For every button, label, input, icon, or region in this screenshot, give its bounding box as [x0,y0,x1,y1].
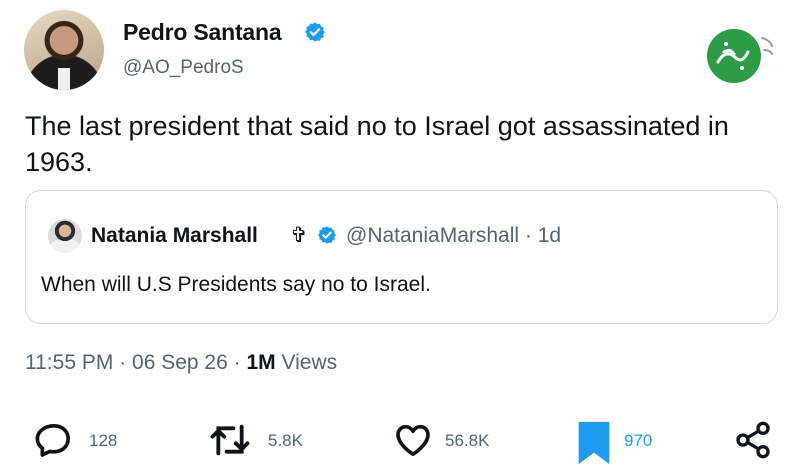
share-icon [736,421,770,459]
verified-badge-icon [305,22,325,42]
quoted-author-name-symbol: ✞ [290,224,308,247]
quoted-author-handle-time: @NataniaMarshall · 1d [346,224,562,247]
views-count: 1M [246,351,276,374]
reply-count: 128 [89,431,118,450]
tweet-date[interactable]: 06 Sep 26 [132,351,228,374]
quoted-author-name: Natania Marshall [91,224,258,247]
quoted-tweet-card[interactable]: Natania Marshall ✞ @NataniaMarshall · 1d… [25,190,778,324]
tweet-text: The last president that said no to Israe… [25,111,729,177]
author-avatar[interactable] [24,10,104,90]
like-icon [396,424,430,456]
tweet-meta: 11:55 PM · 06 Sep 26 · 1M Views [25,351,337,375]
meta-separator: · [119,351,127,374]
tweet-actions: 128 5.8K 56.8K 970 [0,418,800,466]
author-handle[interactable]: @AO_PedroS [123,57,244,79]
views-label: Views [281,351,338,374]
reply-icon [35,424,70,457]
quoted-author-avatar[interactable] [48,219,82,253]
repost-icon [210,424,250,456]
bookmark-count: 970 [624,431,653,450]
quoted-verified-badge-icon [318,226,336,244]
watermark-logo-icon [707,29,773,83]
like-count: 56.8K [445,431,490,450]
author-name[interactable]: Pedro Santana [123,19,282,46]
meta-separator: · [233,351,241,374]
tweet-time[interactable]: 11:55 PM [25,351,113,374]
bookmark-icon [578,421,610,465]
repost-count: 5.8K [268,431,303,450]
quoted-tweet-text: When will U.S Presidents say no to Israe… [41,273,431,296]
